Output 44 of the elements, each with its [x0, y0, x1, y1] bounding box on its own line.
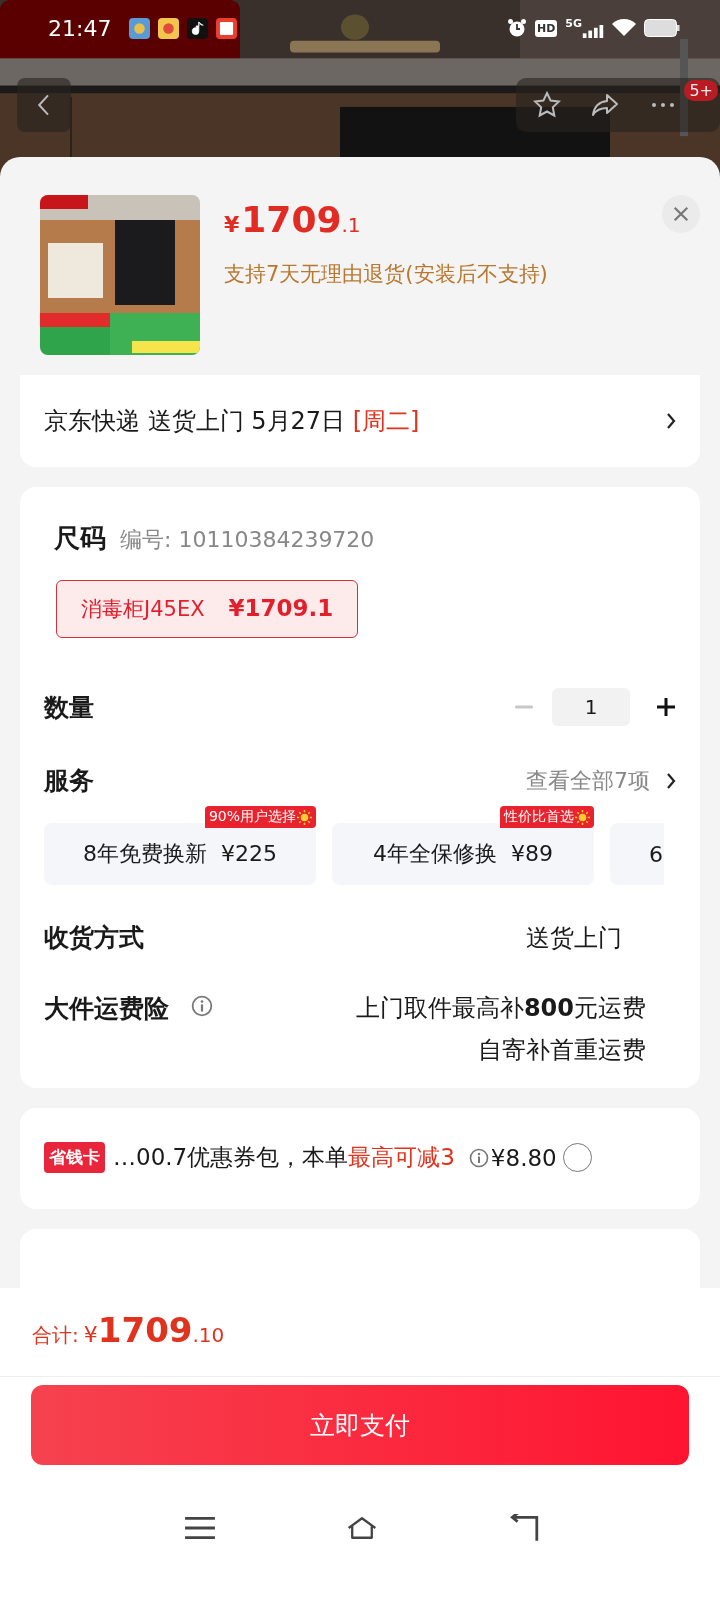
- view-all-link[interactable]: 查看全部7项: [526, 765, 650, 796]
- menu-icon[interactable]: [184, 1514, 216, 1542]
- insurance-detail: 自寄补首重运费: [478, 1035, 646, 1066]
- quantity-field[interactable]: 1: [552, 688, 630, 726]
- network-type: 5G: [565, 16, 582, 30]
- clock: 21:47: [48, 15, 112, 41]
- product-price: ¥1709.1: [224, 199, 362, 240]
- delivery-info[interactable]: 京东快递 送货上门 5月27日 [周二]: [44, 405, 420, 437]
- insurance-detail: 上门取件最高补800元运费: [355, 993, 646, 1024]
- plus-button[interactable]: [656, 697, 676, 717]
- spec-option[interactable]: 消毒柜J45EX ¥1709.1: [56, 580, 359, 638]
- promo-tag-text: 性价比首选: [504, 808, 574, 826]
- back-icon[interactable]: [508, 1514, 540, 1542]
- insurance-label: 大件运费险: [44, 993, 169, 1025]
- chevron-icon[interactable]: [666, 412, 676, 430]
- service-option[interactable]: 6: [610, 823, 664, 885]
- quantity-label: 数量: [44, 691, 94, 724]
- coupon-description: …00.7优惠券包，本单最高可减3: [113, 1143, 455, 1172]
- signal-icon: [582, 24, 604, 38]
- savings-card-badge: 省钱卡: [44, 1142, 105, 1173]
- service-option[interactable]: 4年全保修换 ¥89: [332, 823, 594, 885]
- spec-label: 尺码: [54, 522, 106, 555]
- service-label: 服务: [44, 765, 94, 797]
- total-price: 合计: ¥1709.10: [31, 1310, 226, 1350]
- star-icon[interactable]: [532, 90, 562, 120]
- sun-icon: [575, 809, 590, 825]
- wifi-icon: [612, 19, 636, 37]
- pay-now-button[interactable]: 立即支付: [31, 1385, 689, 1465]
- home-icon[interactable]: [346, 1514, 378, 1542]
- item-code: 编号: 10110384239720: [120, 526, 375, 554]
- receiving-value: 送货上门: [526, 922, 622, 954]
- receiving-label: 收货方式: [44, 922, 144, 954]
- sun-icon: [297, 809, 312, 825]
- battery-icon: [644, 19, 680, 37]
- info-icon[interactable]: [191, 995, 213, 1017]
- promo-tag-text: 90%用户选择: [208, 808, 296, 826]
- alarm-icon: [506, 18, 527, 38]
- service-option[interactable]: 8年免费换新 ¥225: [44, 823, 316, 885]
- close-icon[interactable]: [672, 205, 690, 223]
- close-button[interactable]: [662, 195, 700, 233]
- return-policy: 支持7天无理由退货(安装后不支持): [224, 261, 549, 288]
- coupon-price: ¥8.80: [490, 1144, 557, 1171]
- info-icon[interactable]: [468, 1147, 489, 1168]
- chevron-icon[interactable]: [666, 771, 676, 790]
